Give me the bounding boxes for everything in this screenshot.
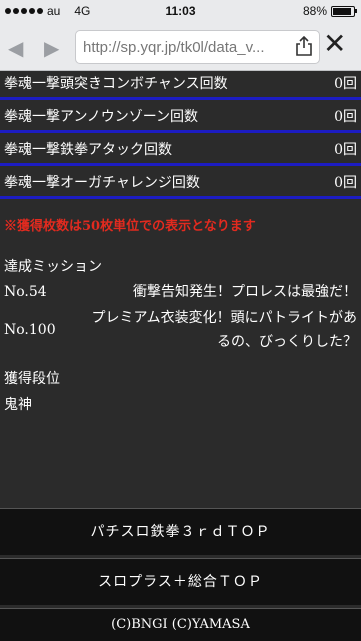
status-bar: au 4G 11:03 88%: [0, 0, 361, 22]
stat-row: 拳魂一撃アンノウンゾーン回数 0回: [0, 104, 361, 133]
stat-row: 拳魂一撃鉄拳アタック回数 0回: [0, 137, 361, 166]
stat-label: 拳魂一撃アンノウンゾーン回数: [4, 109, 199, 125]
battery-percent: 88%: [302, 4, 327, 18]
stat-value: 0回: [334, 142, 357, 158]
stat-value: 0回: [334, 76, 357, 92]
data-content: 拳魂一撃頭突きコンボチャンス回数 0回 拳魂一撃アンノウンゾーン回数 0回 拳魂…: [0, 71, 361, 414]
missions-title: 達成ミッション: [4, 259, 102, 275]
battery-icon: [331, 5, 357, 17]
stat-row: 拳魂一撃頭突きコンボチャンス回数 0回: [0, 71, 361, 100]
mission-number: No.54: [4, 284, 47, 300]
stat-label: 拳魂一撃頭突きコンボチャンス回数: [4, 76, 228, 92]
rank-title: 獲得段位: [4, 371, 60, 387]
forward-arrow-icon[interactable]: ▶: [44, 36, 59, 60]
notice-text: ※獲得枚数は50枚単位での表示となります: [4, 219, 256, 234]
back-arrow-icon[interactable]: ◀: [8, 36, 23, 60]
mission-number: No.100: [4, 322, 56, 338]
sloplus-top-button[interactable]: スロプラス＋総合ＴＯＰ: [0, 558, 361, 605]
mission-item: No.100 プレミアム衣装変化！頭にパトライトがあるの、びっくりした？: [0, 306, 361, 354]
stat-value: 0回: [334, 109, 357, 125]
copyright-footer: (C)BNGI (C)YAMASA: [0, 608, 361, 641]
stat-label: 拳魂一撃鉄拳アタック回数: [4, 142, 172, 158]
stat-value: 0回: [334, 175, 357, 191]
mission-text: 衝撃告知発生！プロレスは最強だ！: [133, 284, 357, 300]
close-icon[interactable]: ✕: [323, 30, 346, 58]
stat-row: 拳魂一撃オーガチャレンジ回数 0回: [0, 170, 361, 199]
stat-label: 拳魂一撃オーガチャレンジ回数: [4, 175, 200, 191]
mission-item: No.54 衝撃告知発生！プロレスは最強だ！: [0, 280, 361, 304]
tekken-top-button[interactable]: パチスロ鉄拳３ｒｄＴＯＰ: [0, 508, 361, 555]
rank-value: 鬼神: [4, 397, 32, 413]
battery-info: 88%: [302, 4, 357, 18]
address-bar[interactable]: http://sp.yqr.jp/tk0l/data_v...: [75, 30, 320, 64]
share-icon[interactable]: [295, 36, 313, 56]
browser-toolbar: ◀ ▶ http://sp.yqr.jp/tk0l/data_v... ✕: [0, 22, 361, 71]
url-text[interactable]: http://sp.yqr.jp/tk0l/data_v...: [83, 39, 288, 56]
